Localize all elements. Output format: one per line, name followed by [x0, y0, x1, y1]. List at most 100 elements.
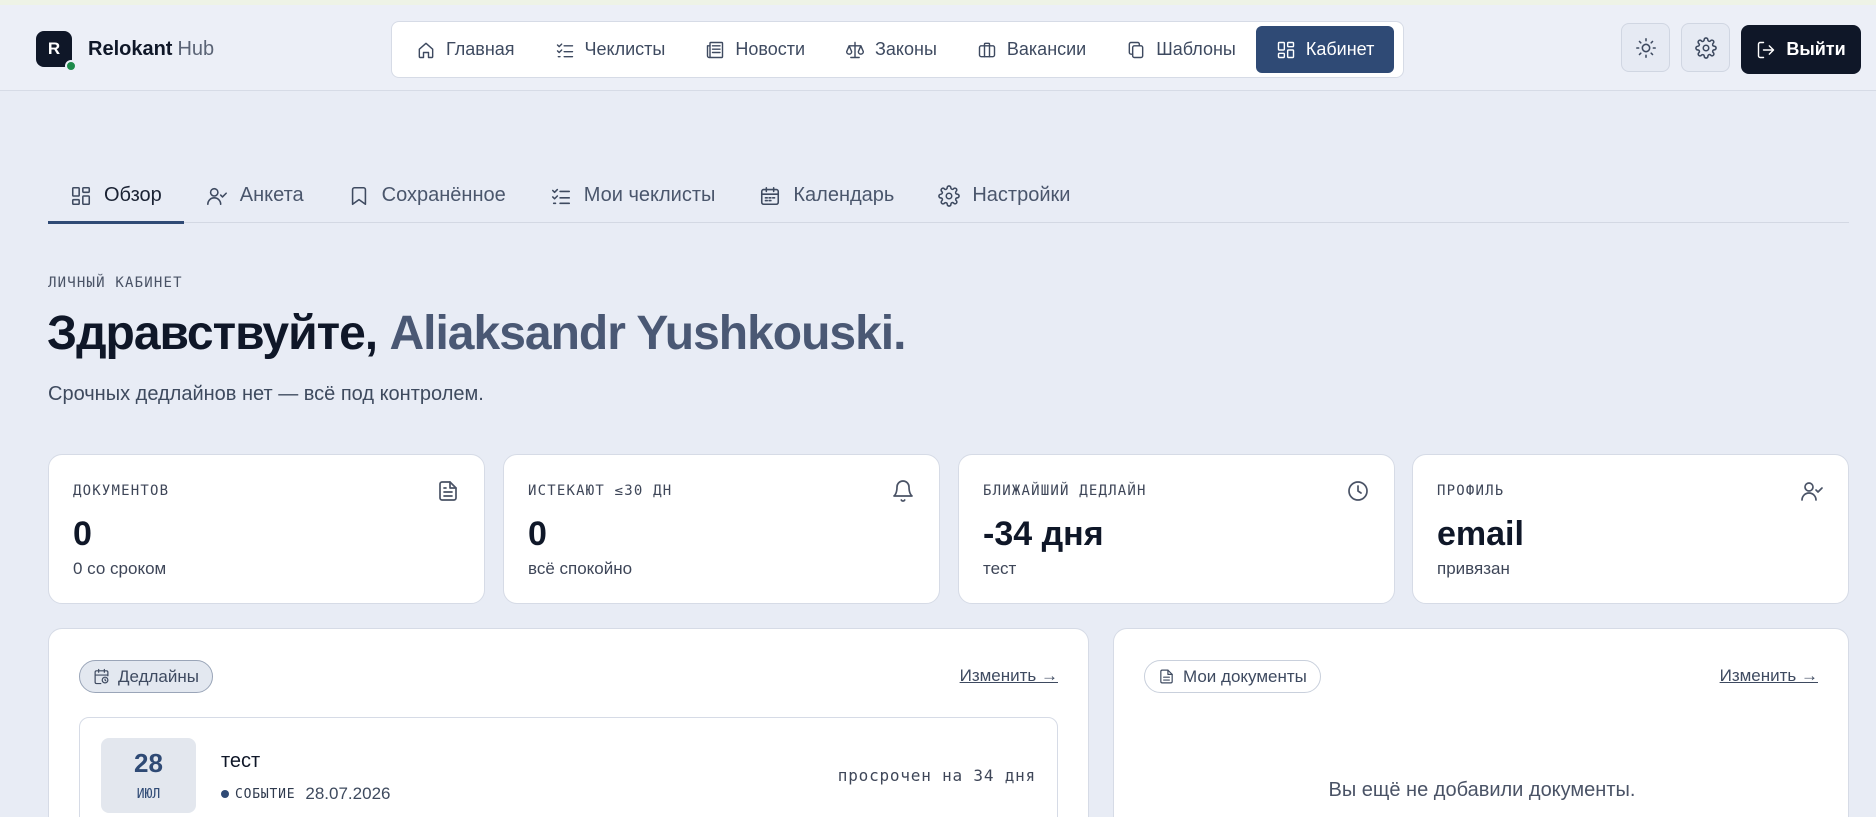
brand-name-strong: Relokant — [88, 37, 173, 60]
tab-label: Календарь — [793, 184, 895, 206]
stat-label: БЛИЖАЙШИЙ ДЕДЛАЙН — [983, 483, 1147, 499]
event-dot-icon — [221, 790, 229, 798]
tab-my-checklists[interactable]: Мои чеклисты — [528, 168, 738, 223]
stat-value: email — [1437, 515, 1524, 553]
documents-empty-state: Вы ещё не добавили документы. — [1328, 779, 1636, 801]
gear-icon — [938, 184, 961, 207]
edit-deadlines-link[interactable]: Изменить → — [960, 666, 1058, 686]
nav-item-cabinet[interactable]: Кабинет — [1255, 26, 1395, 73]
documents-chip: Мои документы — [1144, 660, 1321, 693]
stat-card-profile: ПРОФИЛЬ email привязан — [1412, 454, 1849, 604]
stat-sub: 0 со сроком — [73, 559, 167, 578]
greeting-hello: Здравствуйте, — [47, 307, 378, 360]
nav-item-label: Законы — [875, 39, 937, 59]
calendar-clock-icon — [94, 668, 109, 685]
stat-sub: всё спокойно — [528, 559, 633, 578]
tab-overview[interactable]: Обзор — [48, 168, 184, 224]
tab-saved[interactable]: Сохранённое — [326, 168, 528, 223]
dashboard-icon — [1277, 41, 1295, 58]
stat-card-nearest-deadline: БЛИЖАЙШИЙ ДЕДЛАЙН -34 дня тест — [958, 454, 1395, 604]
deadlines-panel: Дедлайны Изменить → 28 ИЮЛ тест СОБЫТИЕ … — [48, 628, 1089, 817]
main-nav: Главная Чеклисты Новости Законы Вакансии… — [391, 21, 1404, 78]
tab-questionnaire[interactable]: Анкета — [184, 168, 326, 223]
gear-icon — [1694, 36, 1717, 59]
bell-icon — [893, 480, 913, 502]
settings-button[interactable] — [1681, 23, 1730, 72]
deadline-date-box: 28 ИЮЛ — [101, 738, 196, 813]
cabinet-tabs: Обзор Анкета Сохранённое Мои чеклисты Ка… — [48, 168, 1849, 224]
calendar-icon — [761, 186, 780, 205]
tab-label: Мои чеклисты — [583, 184, 716, 206]
stat-label: ИСТЕКАЮТ ≤30 ДН — [528, 483, 673, 499]
nav-item-label: Кабинет — [1305, 39, 1375, 59]
nav-item-laws[interactable]: Законы — [825, 26, 957, 73]
stat-card-documents: ДОКУМЕНТОВ 0 0 со сроком — [48, 454, 485, 604]
newspaper-icon — [707, 41, 724, 58]
logout-icon — [1758, 41, 1775, 58]
documents-panel: Мои документы Изменить → Вы ещё не добав… — [1113, 628, 1849, 817]
nav-item-label: Чеклисты — [584, 39, 666, 59]
nav-item-home[interactable]: Главная — [396, 26, 535, 73]
nav-item-news[interactable]: Новости — [685, 26, 825, 73]
logout-button[interactable]: Выйти — [1741, 25, 1861, 74]
logout-label: Выйти — [1786, 39, 1846, 59]
stat-value: -34 дня — [983, 515, 1104, 553]
clock-icon — [1348, 481, 1368, 501]
greeting-subline: Срочных дедлайнов нет — всё под контроле… — [48, 383, 484, 405]
chip-label: Дедлайны — [118, 666, 199, 686]
briefcase-icon — [978, 42, 996, 57]
user-name: Aliaksandr Yushkouski. — [389, 307, 906, 360]
deadline-item[interactable]: 28 ИЮЛ тест СОБЫТИЕ 28.07.2026 просрочен… — [79, 717, 1058, 817]
chip-label: Мои документы — [1183, 666, 1307, 686]
copy-icon — [1128, 41, 1144, 58]
logo-letter: R — [47, 39, 61, 58]
document-icon — [439, 481, 457, 501]
edit-documents-link[interactable]: Изменить → — [1720, 666, 1818, 686]
stat-sub: привязан — [1437, 559, 1510, 578]
deadlines-chip: Дедлайны — [79, 660, 213, 693]
nav-item-label: Главная — [446, 39, 515, 59]
brand-name: Relokant Hub — [88, 38, 214, 61]
checklist-icon — [556, 42, 573, 57]
stat-card-expiring: ИСТЕКАЮТ ≤30 ДН 0 всё спокойно — [503, 454, 940, 604]
tab-label: Обзор — [104, 184, 162, 206]
dashboard-icon — [71, 186, 91, 205]
tab-label: Анкета — [239, 184, 304, 206]
home-icon — [418, 42, 434, 58]
tab-label: Настройки — [972, 184, 1071, 206]
page-title: Здравствуйте, Aliaksandr Yushkouski. — [47, 306, 906, 361]
brand-name-light: Hub — [177, 37, 215, 60]
nav-item-vacancies[interactable]: Вакансии — [957, 26, 1106, 73]
nav-item-label: Новости — [735, 39, 806, 59]
deadline-month: ИЮЛ — [136, 787, 161, 802]
deadline-title: тест — [221, 750, 261, 772]
nav-item-checklists[interactable]: Чеклисты — [535, 26, 686, 73]
nav-item-templates[interactable]: Шаблоны — [1106, 26, 1256, 73]
online-status-dot — [65, 60, 77, 72]
deadline-type: СОБЫТИЕ — [235, 786, 296, 802]
nav-item-label: Шаблоны — [1156, 39, 1236, 59]
user-check-icon — [206, 187, 227, 205]
scales-icon — [845, 41, 865, 58]
stat-sub: тест — [983, 559, 1017, 578]
stat-value: 0 — [528, 515, 547, 553]
deadline-meta: СОБЫТИЕ 28.07.2026 — [221, 784, 390, 804]
user-check-icon — [1801, 482, 1823, 501]
deadline-status: просрочен на 34 дня — [837, 766, 1036, 785]
stat-label: ДОКУМЕНТОВ — [73, 483, 170, 499]
theme-toggle-button[interactable] — [1621, 23, 1670, 72]
stat-label: ПРОФИЛЬ — [1437, 483, 1505, 499]
tab-settings[interactable]: Настройки — [916, 168, 1092, 223]
logo: R — [36, 31, 77, 72]
brand[interactable]: R Relokant Hub — [36, 31, 214, 72]
section-overline: ЛИЧНЫЙ КАБИНЕТ — [48, 275, 183, 291]
tab-label: Сохранённое — [381, 184, 506, 206]
tab-calendar[interactable]: Календарь — [737, 168, 916, 223]
app-header: R Relokant Hub Главная Чеклисты Новости З… — [0, 5, 1876, 91]
checklist-icon — [551, 188, 570, 204]
deadline-day: 28 — [134, 748, 163, 778]
deadline-date: 28.07.2026 — [305, 784, 391, 803]
stat-value: 0 — [73, 515, 92, 553]
nav-item-label: Вакансии — [1006, 39, 1087, 59]
document-icon — [1160, 669, 1173, 684]
